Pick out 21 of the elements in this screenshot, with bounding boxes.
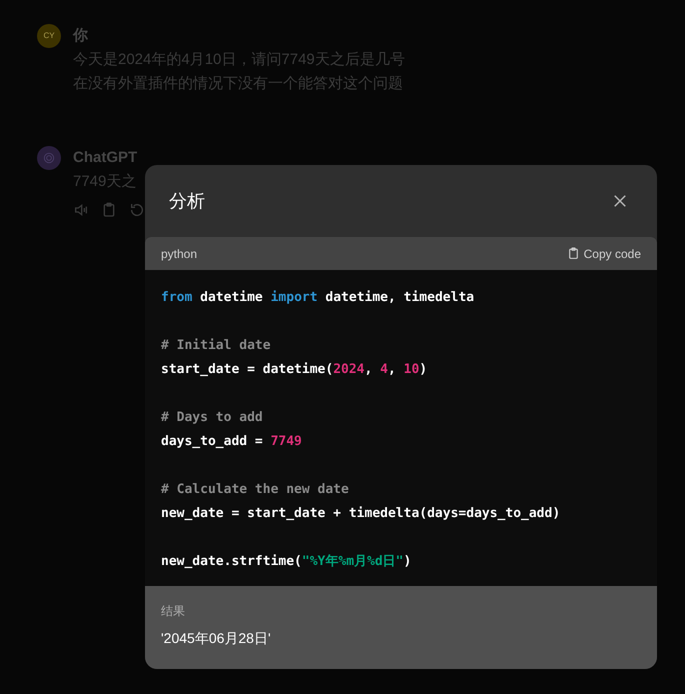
code-line: # Calculate the new date: [161, 481, 350, 499]
user-avatar: CY: [37, 24, 61, 48]
author-name: ChatGPT: [73, 148, 138, 168]
clipboard-icon: [566, 247, 580, 260]
code-line: # Days to add: [161, 409, 264, 427]
result-value: '2045年06月28日': [161, 629, 272, 648]
author-name: 你: [73, 26, 89, 46]
speaker-icon[interactable]: [73, 202, 89, 218]
clipboard-icon[interactable]: [101, 202, 117, 218]
copy-code-button[interactable]: Copy code: [566, 244, 641, 262]
code-line: new_date = start_date + timedelta(days=days_to_add): [161, 505, 562, 523]
code-line: days_to_add = 7749: [161, 433, 303, 451]
code-language: python: [161, 246, 198, 262]
logo-icon: [42, 151, 56, 165]
code-line: start_date = datetime(2024, 4, 10): [161, 361, 428, 379]
result-label: 结果: [161, 603, 186, 620]
code-line: from datetime import datetime, timedelta: [161, 289, 476, 307]
code-line: # Initial date: [161, 337, 272, 355]
code-line: new_date.strftime("%Y年%m月%d日"): [161, 553, 412, 571]
refresh-icon[interactable]: [129, 202, 145, 218]
dialog-title: 分析: [169, 190, 205, 212]
